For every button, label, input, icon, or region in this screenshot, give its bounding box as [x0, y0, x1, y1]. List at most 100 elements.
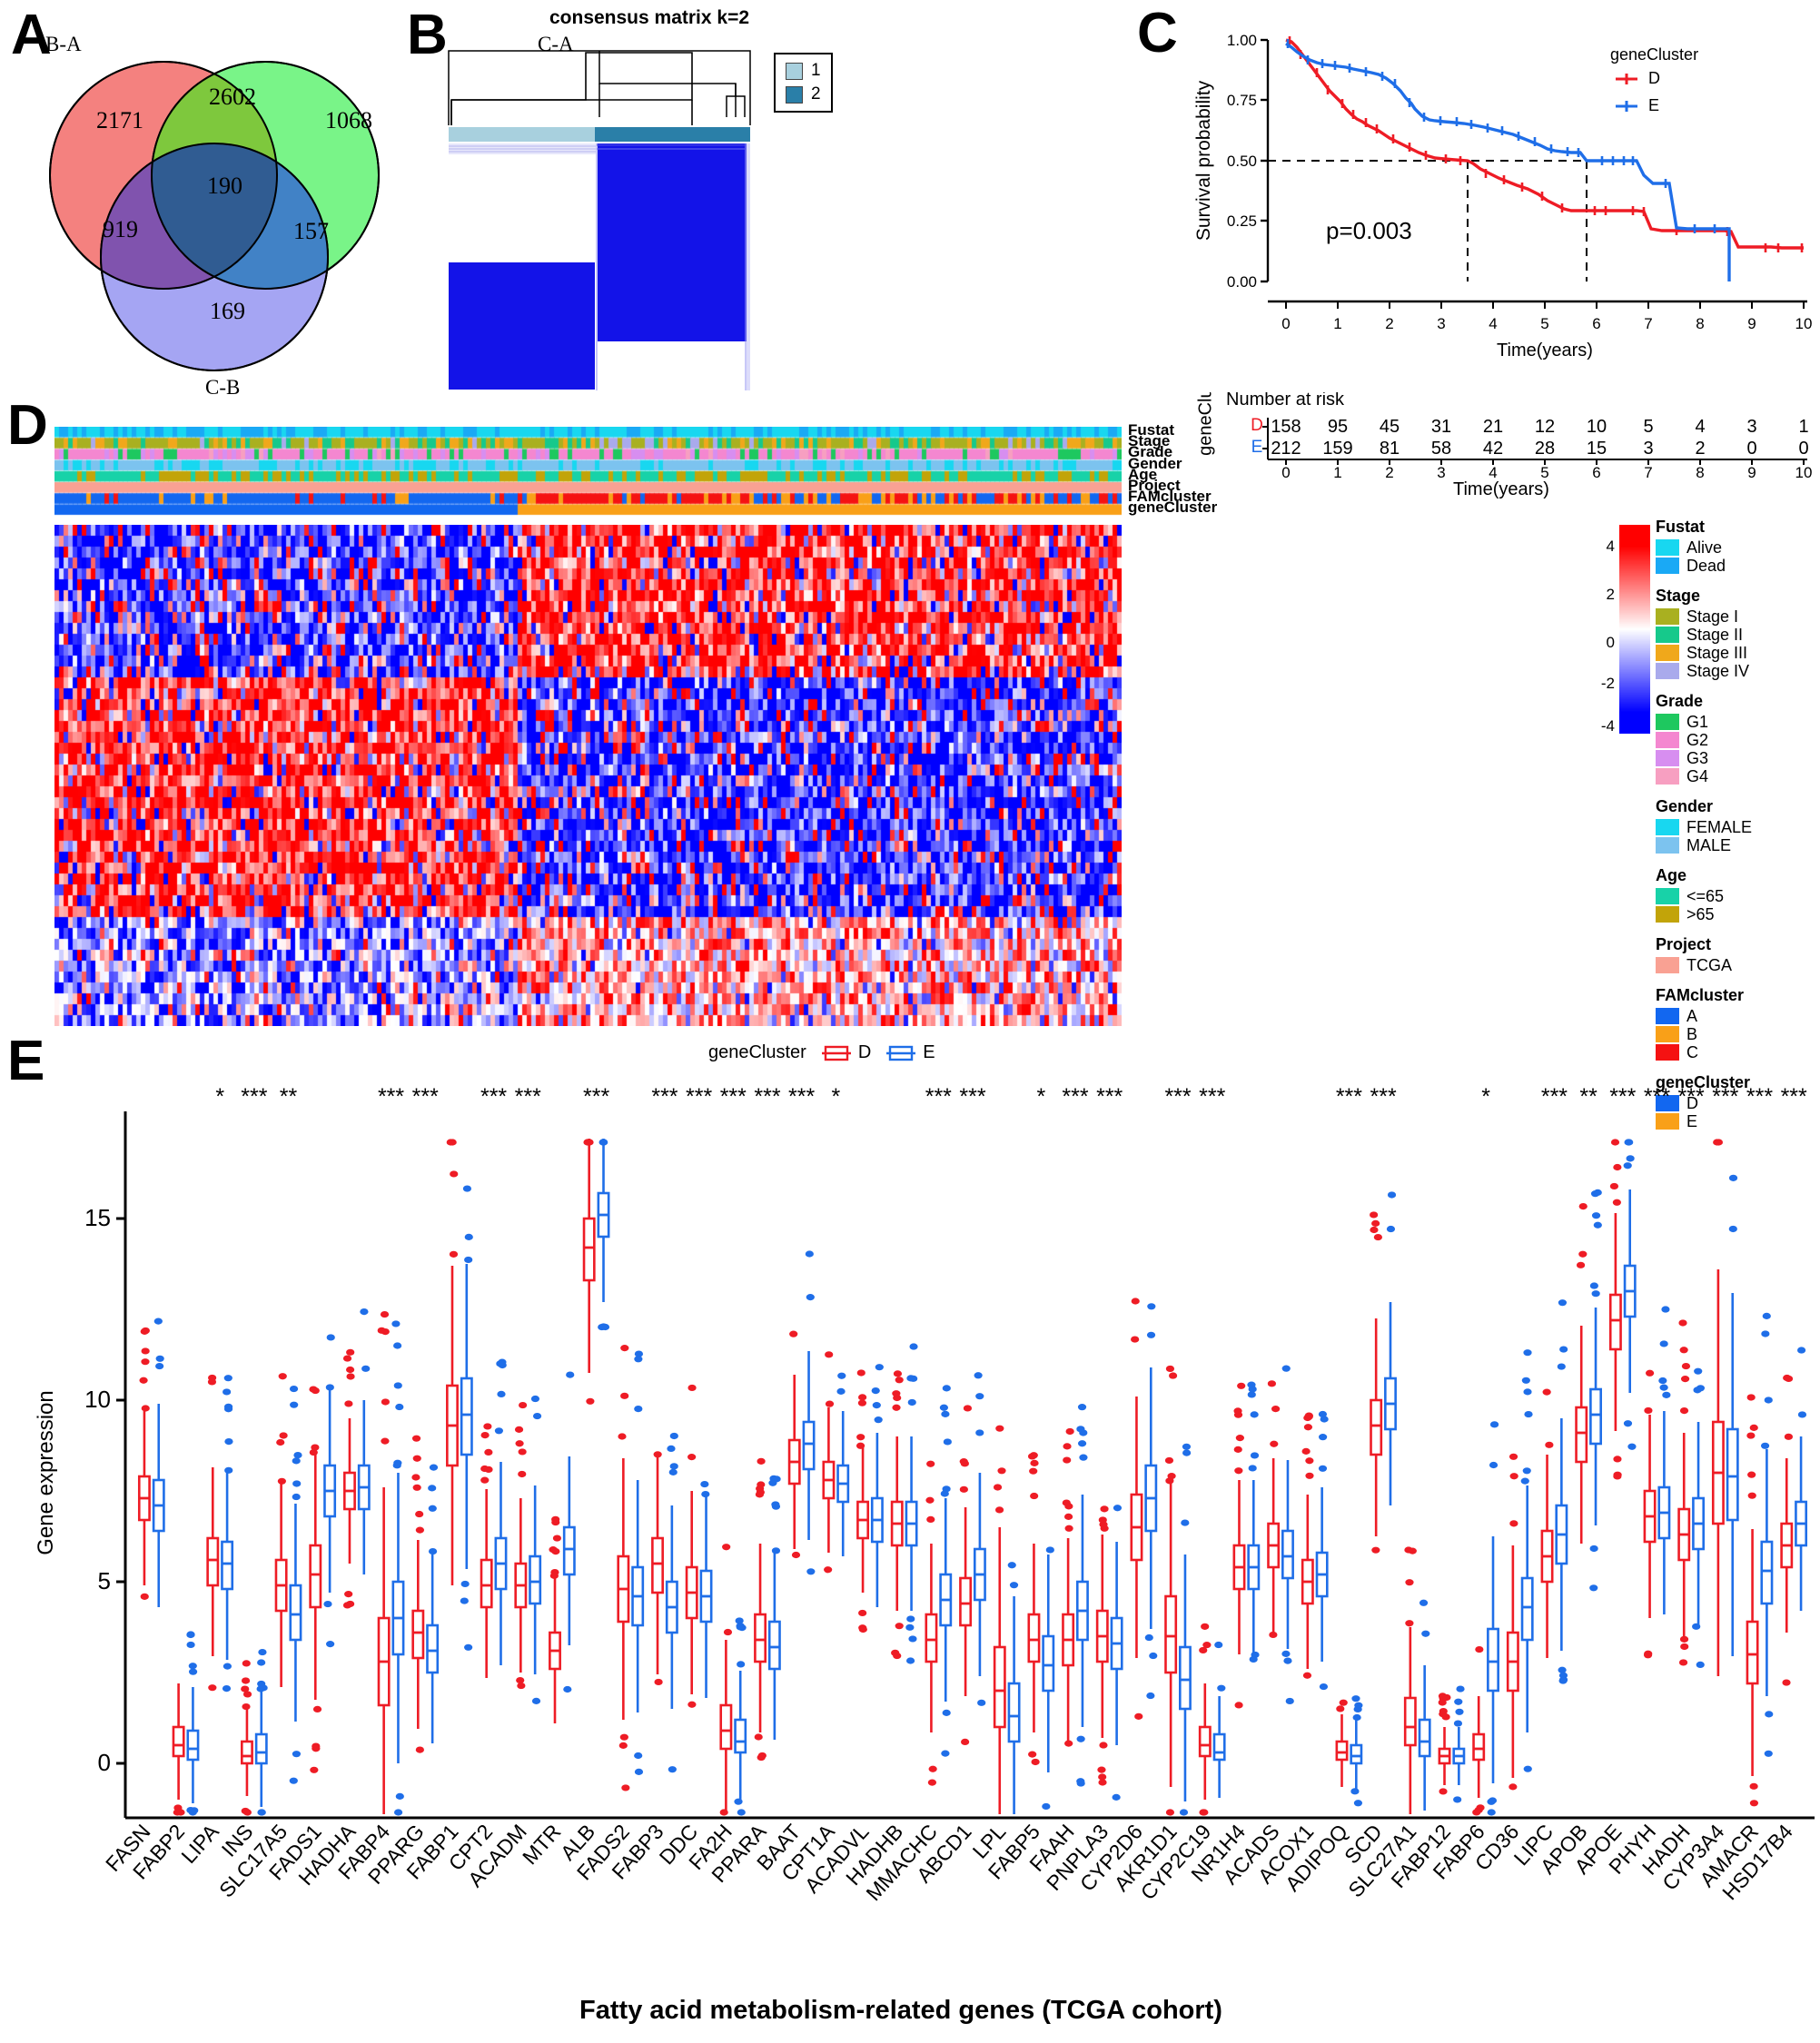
svg-text:***: *** — [651, 1084, 678, 1110]
svg-text:**: ** — [280, 1084, 298, 1110]
svg-text:***: *** — [378, 1084, 404, 1110]
legend-group-title: Project — [1656, 935, 1712, 953]
legend-group-title: Age — [1656, 866, 1687, 884]
svg-text:***: *** — [1096, 1084, 1123, 1110]
panel-c-legend-title: geneCluster — [1610, 45, 1699, 64]
svg-text:***: *** — [1541, 1084, 1568, 1110]
panel-c-risk-table: geneCluster Number at risk D E 158 95 45 3… — [1172, 392, 1820, 479]
svg-text:2: 2 — [1385, 464, 1393, 479]
svg-text:***: *** — [241, 1084, 267, 1110]
svg-text:MTR: MTR — [518, 1820, 566, 1869]
venn-count-ba-cb: 919 — [103, 216, 138, 242]
legend-swatch-cluster2 — [786, 85, 803, 104]
svg-text:158: 158 — [1271, 417, 1301, 437]
legend-item: Stage I — [1656, 607, 1819, 626]
legend-group-gender: Gender FEMALE MALE — [1656, 797, 1819, 854]
legend-swatch — [1656, 539, 1679, 556]
svg-text:***: *** — [788, 1084, 815, 1110]
legend-item: G3 — [1656, 749, 1819, 767]
svg-text:*: * — [1481, 1084, 1490, 1110]
legend-item-label: G1 — [1686, 712, 1709, 731]
svg-text:***: *** — [1678, 1084, 1705, 1110]
legend-item-label: G4 — [1686, 766, 1709, 785]
legend-swatch — [1656, 1044, 1679, 1061]
svg-text:2: 2 — [1695, 439, 1705, 459]
panel-c-risk-xlabel: Time(years) — [1453, 479, 1549, 499]
svg-text:E: E — [1251, 438, 1263, 457]
panel-e-xlabel: Fatty acid metabolism-related genes (TCG… — [579, 1996, 1222, 2025]
svg-text:*: * — [1036, 1084, 1045, 1110]
svg-text:21: 21 — [1483, 417, 1503, 437]
legend-group-title: Gender — [1656, 797, 1714, 815]
legend-item-label: Stage I — [1686, 607, 1739, 626]
legend-swatch — [1656, 1008, 1679, 1024]
legend-item: Stage II — [1656, 626, 1819, 644]
legend-group-title: Stage — [1656, 587, 1701, 605]
legend-item-label: Stage IV — [1686, 661, 1750, 680]
svg-text:LIPA: LIPA — [176, 1819, 223, 1868]
legend-item: MALE — [1656, 836, 1819, 854]
legend-swatch — [1656, 750, 1679, 766]
legend-group-project: Project TCGA — [1656, 935, 1819, 974]
svg-text:81: 81 — [1380, 439, 1400, 459]
svg-text:*: * — [215, 1084, 224, 1110]
legend-swatch — [1656, 768, 1679, 785]
svg-text:10: 10 — [1795, 315, 1813, 332]
svg-text:***: *** — [1336, 1084, 1362, 1110]
legend-item-label: Alive — [1686, 538, 1723, 557]
legend-item: >65 — [1656, 905, 1819, 923]
legend-item: Stage IV — [1656, 662, 1819, 680]
legend-swatch — [1656, 888, 1679, 904]
svg-text:8: 8 — [1696, 315, 1704, 332]
svg-text:6: 6 — [1592, 464, 1600, 479]
svg-text:0: 0 — [1281, 464, 1290, 479]
svg-text:***: *** — [1370, 1084, 1396, 1110]
legend-swatch — [1656, 645, 1679, 661]
svg-text:***: *** — [1199, 1084, 1225, 1110]
svg-text:***: *** — [754, 1084, 780, 1110]
svg-text:0: 0 — [1281, 315, 1290, 332]
svg-text:3: 3 — [1643, 439, 1653, 459]
legend-group-title: FAMcluster — [1656, 986, 1745, 1004]
venn-count-cb-only: 169 — [210, 298, 245, 324]
svg-text:***: *** — [412, 1084, 439, 1110]
legend-swatch — [1656, 957, 1679, 973]
svg-text:1: 1 — [1333, 315, 1341, 332]
svg-text:5: 5 — [98, 1567, 111, 1594]
legend-item: <=65 — [1656, 887, 1819, 905]
legend-swatch — [1656, 732, 1679, 748]
panel-d-legend: Fustat Alive Dead Stage Stage I Stage II Stage… — [1656, 518, 1819, 1142]
legend-swatch — [1656, 608, 1679, 625]
panel-c-legend-label-e: E — [1648, 96, 1660, 114]
svg-text:10: 10 — [84, 1386, 111, 1413]
svg-text:***: *** — [925, 1084, 952, 1110]
svg-text:0.00: 0.00 — [1227, 273, 1257, 291]
panel-d-colorbar — [1619, 525, 1650, 738]
legend-box-d-icon — [821, 1045, 851, 1061]
svg-text:42: 42 — [1483, 439, 1503, 459]
legend-group-famcluster: FAMcluster A B C — [1656, 986, 1819, 1061]
legend-item: G1 — [1656, 713, 1819, 731]
legend-item: Stage III — [1656, 644, 1819, 662]
panel-d-annotation-labels: Fustat Stage Grade Gender Age Project FA… — [1128, 422, 1217, 516]
panel-c-legend: D E — [1615, 69, 1660, 115]
cb-tick-4: 4 — [1606, 538, 1615, 555]
svg-text:0.75: 0.75 — [1227, 92, 1257, 109]
svg-text:D: D — [1251, 416, 1263, 435]
svg-text:8: 8 — [1696, 464, 1704, 479]
svg-text:4: 4 — [1489, 464, 1497, 479]
svg-text:0: 0 — [1746, 439, 1756, 459]
panel-d-colorbar-ticks: 4 2 0 -2 -4 — [1589, 525, 1615, 735]
svg-text:***: *** — [720, 1084, 747, 1110]
svg-text:3: 3 — [1437, 464, 1445, 479]
panel-b-title: consensus matrix k=2 — [549, 7, 750, 28]
svg-text:0.50: 0.50 — [1227, 153, 1257, 170]
svg-text:45: 45 — [1380, 417, 1400, 437]
legend-swatch — [1656, 837, 1679, 854]
svg-text:Gene expression: Gene expression — [34, 1390, 58, 1554]
legend-group-title: Grade — [1656, 692, 1704, 710]
svg-text:95: 95 — [1328, 417, 1348, 437]
svg-text:***: *** — [1164, 1084, 1191, 1110]
svg-text:Survival probability: Survival probability — [1193, 80, 1214, 241]
legend-group-fustat: Fustat Alive Dead — [1656, 518, 1819, 575]
